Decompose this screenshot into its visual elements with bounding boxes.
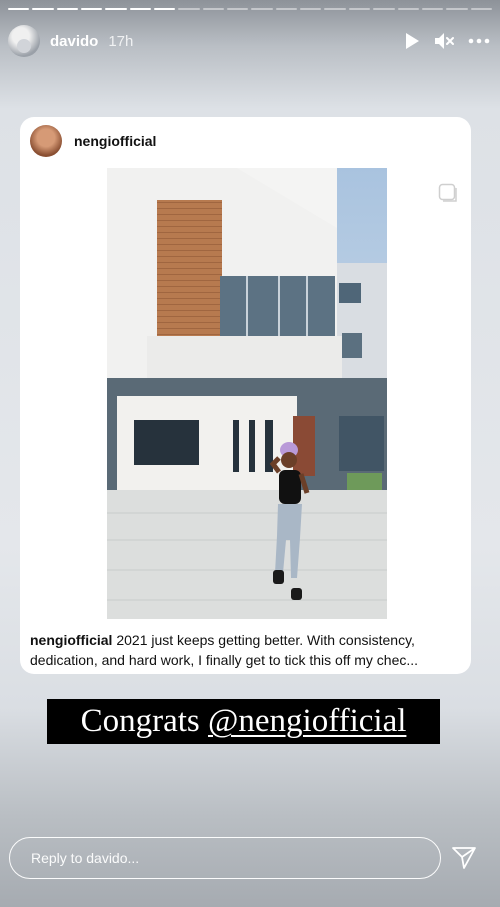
play-icon[interactable] [404, 32, 420, 50]
progress-segment [178, 8, 200, 10]
congrats-label: Congrats [80, 703, 209, 739]
progress-segment [32, 8, 54, 10]
story-header: davido 17h [8, 24, 490, 58]
congrats-text-sticker: Congrats @nengiofficial [47, 699, 440, 744]
progress-segment [8, 8, 30, 10]
story-progress-bar [8, 8, 492, 10]
post-photo[interactable] [107, 168, 387, 619]
progress-segment [81, 8, 103, 10]
avatar[interactable] [8, 25, 40, 57]
story-timestamp: 17h [108, 32, 134, 50]
progress-segment [300, 8, 322, 10]
progress-segment [56, 8, 79, 10]
progress-segment [470, 8, 492, 10]
progress-segment [421, 8, 444, 10]
reply-input[interactable] [29, 849, 393, 867]
post-username[interactable]: nengiofficial [74, 133, 156, 149]
progress-segment [105, 8, 127, 10]
post-author-avatar[interactable] [30, 125, 62, 157]
progress-segment [324, 8, 346, 10]
post-caption: nengiofficial 2021 just keeps getting be… [30, 630, 462, 670]
shared-post-card[interactable]: nengiofficial nengiofficial 2021 just ke… [20, 117, 471, 674]
send-icon[interactable] [451, 846, 477, 875]
mute-icon[interactable] [434, 32, 454, 50]
story-username[interactable]: davido [50, 33, 98, 50]
progress-segment [373, 8, 395, 10]
progress-segment [275, 8, 298, 10]
progress-segment [154, 8, 176, 10]
progress-segment [129, 8, 152, 10]
mention-link[interactable]: @nengiofficial [208, 703, 406, 739]
progress-segment [397, 8, 419, 10]
progress-segment [227, 8, 249, 10]
reply-box[interactable] [9, 837, 441, 879]
progress-segment [348, 8, 371, 10]
progress-segment [202, 8, 225, 10]
caption-username[interactable]: nengiofficial [30, 632, 112, 648]
progress-segment [446, 8, 468, 10]
more-icon[interactable] [468, 38, 490, 44]
bookmark-icon[interactable] [438, 183, 458, 208]
progress-segment [251, 8, 273, 10]
